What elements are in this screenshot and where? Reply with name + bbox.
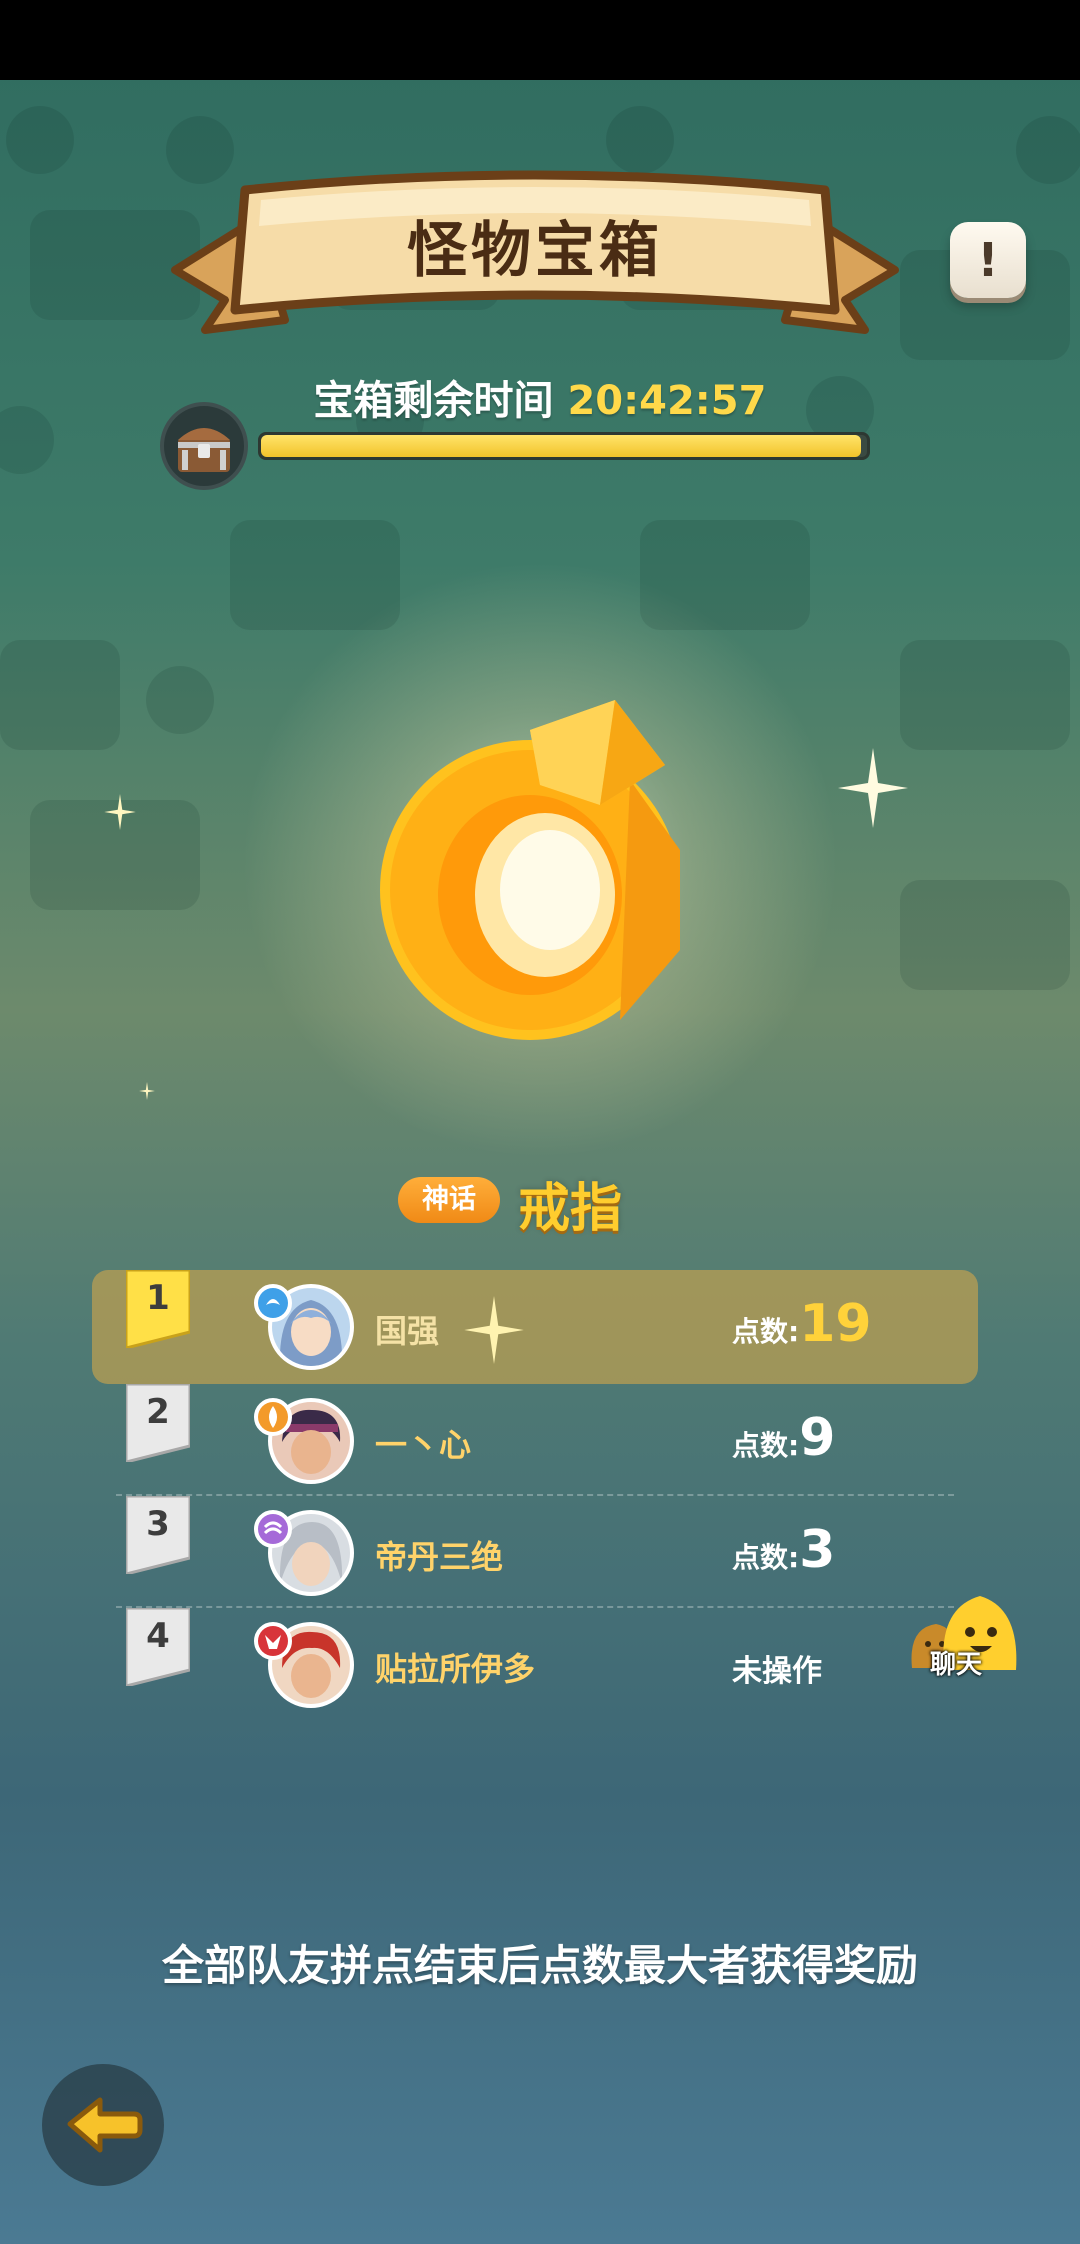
wind-element-icon	[254, 1510, 292, 1548]
rank-number: 4	[146, 1616, 170, 1656]
player-points: 点数:3	[732, 1520, 835, 1580]
sparkle-icon	[139, 1082, 155, 1100]
player-name: 贴拉所伊多	[375, 1650, 536, 1688]
player-name: 帝丹三绝	[375, 1538, 504, 1576]
ranking-row: 3 帝丹三绝 点数:3	[92, 1496, 978, 1608]
treasure-chest-icon	[160, 402, 248, 490]
ranking-row: 2 一丶心 点数:9	[92, 1384, 978, 1496]
timer-progress-fill	[261, 435, 861, 457]
page-title: 怪物宝箱	[407, 216, 663, 286]
player-points: 点数:9	[732, 1408, 835, 1468]
reward-hint: 全部队友拼点结束后点数最大者获得奖励	[161, 1941, 918, 1990]
sparkle-icon	[838, 748, 908, 828]
chat-label: 聊天	[930, 1650, 983, 1680]
exclamation-icon: !	[977, 233, 999, 287]
water-element-icon	[254, 1284, 292, 1322]
player-name: 一丶心	[375, 1426, 472, 1464]
ranking-row: 4 贴拉所伊多 未操作	[92, 1608, 978, 1720]
ranking-list: 1 国强 点数:19 2 一丶心 点数:9 3 帝丹三绝 点数:3 4 贴拉所伊…	[92, 1270, 978, 1720]
points-label: 点数:	[732, 1429, 800, 1462]
timer-label: 宝箱剩余时间	[313, 378, 554, 424]
gold-ring-icon	[380, 700, 680, 1040]
sparkle-icon	[104, 794, 136, 830]
player-status: 未操作	[732, 1654, 822, 1689]
player-points: 点数:19	[732, 1294, 872, 1354]
timer-value: 20:42:57	[567, 378, 767, 424]
demon-element-icon	[254, 1622, 292, 1660]
rank-number: 1	[146, 1278, 170, 1318]
points-value: 3	[799, 1520, 836, 1580]
back-arrow-icon	[67, 2097, 143, 2153]
back-button[interactable]	[42, 2064, 164, 2186]
chest-timer: 宝箱剩余时间 20:42:57	[280, 368, 800, 426]
sparkle-icon	[464, 1296, 524, 1364]
points-value: 9	[799, 1408, 836, 1468]
timer-progress-bar	[258, 432, 870, 460]
status-bar	[0, 0, 1080, 80]
title-banner: 怪物宝箱	[165, 160, 905, 350]
rank-number: 3	[146, 1504, 170, 1544]
item-name: 戒指	[518, 1179, 623, 1239]
ranking-row: 1 国强 点数:19	[92, 1270, 978, 1384]
fire-element-icon	[254, 1398, 292, 1436]
points-label: 点数:	[732, 1541, 800, 1574]
points-value: 19	[799, 1294, 872, 1354]
rank-number: 2	[146, 1392, 170, 1432]
chat-button[interactable]: 聊天	[908, 1588, 1028, 1688]
rarity-badge: 神话	[398, 1177, 500, 1223]
player-name: 国强	[375, 1312, 440, 1350]
points-label: 点数:	[732, 1315, 800, 1348]
info-button[interactable]: !	[950, 222, 1026, 298]
